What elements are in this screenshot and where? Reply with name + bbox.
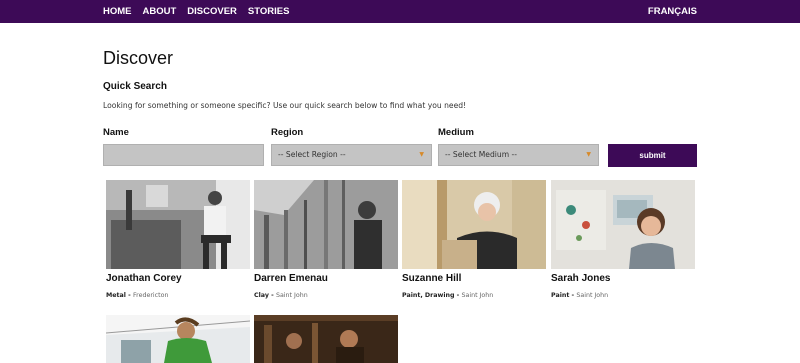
medium-select-value: -- Select Medium -- — [445, 150, 517, 159]
artist-meta: Paint, Drawing - Saint John — [402, 292, 494, 299]
artist-photo[interactable] — [402, 180, 546, 269]
artist-card[interactable]: Darren Emenau Clay - Saint John — [254, 180, 398, 299]
artist-meta: Clay - Saint John — [254, 292, 308, 299]
page-title: Discover — [103, 48, 174, 68]
artist-meta: Paint - Saint John — [551, 292, 609, 299]
artist-location: Fredericton — [132, 292, 169, 299]
artist-photo[interactable] — [106, 180, 250, 269]
artist-meta: Metal - Fredericton — [106, 292, 169, 299]
artist-name[interactable]: Sarah Jones — [551, 273, 610, 284]
artist-medium: Paint, Drawing — [402, 292, 455, 299]
artist-location: Saint John — [275, 292, 308, 299]
artist-name[interactable]: Darren Emenau — [254, 273, 328, 284]
artist-card[interactable]: Suzanne Hill Paint, Drawing - Saint John — [402, 180, 546, 299]
artist-medium: Clay — [254, 292, 269, 299]
artist-photo[interactable] — [254, 180, 398, 269]
submit-button[interactable]: submit — [608, 144, 697, 167]
artist-location: Saint John — [576, 292, 609, 299]
artist-card[interactable]: Jonathan Corey Metal - Fredericton — [106, 180, 250, 299]
quick-search-heading: Quick Search — [103, 81, 167, 92]
name-input[interactable] — [103, 144, 264, 166]
chevron-down-icon: ▼ — [586, 151, 591, 158]
name-label: Name — [103, 127, 129, 138]
artist-name[interactable]: Jonathan Corey — [106, 273, 182, 284]
medium-select[interactable]: -- Select Medium -- ▼ — [438, 144, 599, 166]
nav-about-link[interactable]: ABOUT — [143, 0, 177, 23]
region-select[interactable]: -- Select Region -- ▼ — [271, 144, 432, 166]
artist-medium: Metal — [106, 292, 126, 299]
nav-home-link[interactable]: HOME — [103, 0, 132, 23]
nav-stories-link[interactable]: STORIES — [248, 0, 290, 23]
artist-card[interactable] — [106, 315, 250, 363]
artist-photo[interactable] — [551, 180, 695, 269]
language-switch-link[interactable]: FRANÇAIS — [648, 0, 697, 23]
intro-text: Looking for something or someone specifi… — [103, 101, 467, 110]
artist-photo[interactable] — [254, 315, 398, 363]
artist-card[interactable]: Sarah Jones Paint - Saint John — [551, 180, 695, 299]
medium-label: Medium — [438, 127, 474, 138]
artist-location: Saint John — [461, 292, 494, 299]
region-label: Region — [271, 127, 304, 138]
artist-name[interactable]: Suzanne Hill — [402, 273, 461, 284]
artist-medium: Paint — [551, 292, 570, 299]
artist-photo[interactable] — [106, 315, 250, 363]
top-navigation: HOME ABOUT DISCOVER STORIES FRANÇAIS — [0, 0, 800, 23]
artist-card[interactable] — [254, 315, 398, 363]
main-nav: HOME ABOUT DISCOVER STORIES — [103, 0, 300, 23]
region-select-value: -- Select Region -- — [278, 150, 346, 159]
chevron-down-icon: ▼ — [419, 151, 424, 158]
nav-discover-link[interactable]: DISCOVER — [187, 0, 237, 23]
